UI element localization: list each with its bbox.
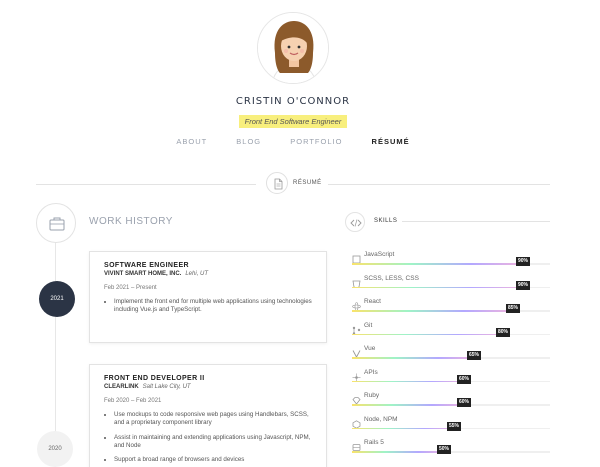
css-icon: [352, 275, 361, 288]
skills-icon-circle: [345, 212, 365, 232]
job-title: SOFTWARE ENGINEER: [104, 262, 189, 269]
skill-percent-badge: 55%: [447, 421, 462, 431]
skill-bar-fill: [352, 333, 510, 335]
job-company: CLEARLINK: [104, 384, 139, 390]
skill-bar-fill: [352, 263, 530, 265]
skill-percent-badge: 90%: [516, 257, 531, 266]
nav-blog[interactable]: BLOG: [236, 137, 261, 146]
section-divider-left: [36, 184, 256, 185]
skill-percent-badge: 65%: [467, 351, 482, 360]
skill-bar-fill: [352, 310, 520, 312]
skill-name: Vue: [364, 345, 376, 352]
skill-bar-fill: [352, 404, 471, 406]
year-badge: 2020: [37, 431, 73, 467]
skill-bar-track: [352, 310, 550, 312]
work-history-title: WORK HISTORY: [89, 216, 173, 227]
nav-resume[interactable]: RÉSUMÉ: [372, 137, 410, 146]
main-nav: ABOUT BLOG PORTFOLIO RÉSUMÉ: [0, 137, 586, 146]
rails-icon: [352, 439, 361, 451]
skill-bar-track: [352, 404, 550, 406]
job-location: Lehi, UT: [185, 271, 209, 277]
document-icon: [274, 178, 283, 190]
api-icon: [352, 369, 361, 381]
skill-bar-track: [352, 333, 550, 335]
skill-row: Ruby 60%: [352, 392, 550, 412]
skill-row: Node, NPM 55%: [352, 416, 550, 436]
job-card: FRONT END DEVELOPER II CLEARLINK Salt Lak…: [89, 364, 327, 467]
skill-bar-fill: [352, 357, 481, 359]
job-title: FRONT END DEVELOPER II: [104, 375, 205, 382]
job-card: SOFTWARE ENGINEER VIVINT SMART HOME, INC…: [89, 251, 327, 343]
skill-bar-track: [352, 380, 550, 382]
skill-name: SCSS, LESS, CSS: [364, 274, 419, 282]
job-dates: Feb 2021 – Present: [104, 285, 157, 291]
skill-row: SCSS, LESS, CSS 90%: [352, 275, 550, 295]
skill-name: Node, NPM: [364, 415, 398, 423]
profile-name: CRISTIN O'CONNOR: [235, 96, 351, 107]
vue-icon: [352, 345, 361, 358]
react-icon: [352, 298, 361, 311]
profile-subtitle: Front End Software Engineer: [238, 115, 348, 128]
section-divider-right: [328, 184, 550, 185]
git-icon: [352, 322, 361, 335]
skill-percent-badge: 85%: [506, 304, 521, 313]
skill-name: Rails 5: [364, 439, 384, 446]
avatar-illustration-icon: [258, 13, 328, 83]
resume-section-icon: [266, 172, 288, 194]
nav-portfolio[interactable]: PORTFOLIO: [290, 137, 342, 146]
job-bullet: Implement the front end for multiple web…: [114, 298, 312, 315]
nav-about[interactable]: ABOUT: [176, 137, 207, 146]
skill-percent-badge: 60%: [457, 398, 472, 407]
skill-row: APIs 60%: [352, 369, 550, 389]
section-label: RÉSUMÉ: [293, 180, 322, 186]
ruby-icon: [352, 392, 361, 405]
node-icon: [352, 416, 361, 429]
skill-row: Git 80%: [352, 322, 550, 342]
skill-name: React: [364, 298, 381, 305]
skill-percent-badge: 50%: [437, 445, 452, 454]
job-company: VIVINT SMART HOME, INC.: [104, 271, 182, 277]
job-bullets: Implement the front end for multiple web…: [104, 298, 312, 315]
skill-row: React 85%: [352, 298, 550, 318]
job-bullet: Support a broad range of browsers and de…: [114, 456, 312, 464]
job-company-line: CLEARLINK Salt Lake City, UT: [104, 384, 312, 390]
skill-name: JavaScript: [364, 251, 395, 258]
year-badge: 2021: [39, 281, 75, 317]
skill-row: JavaScript 90%: [352, 251, 550, 271]
skill-bar-fill: [352, 427, 461, 429]
skill-bar-track: [352, 357, 550, 359]
skills-title: SKILLS: [374, 218, 398, 224]
skill-name: Ruby: [364, 392, 380, 399]
skill-bar-fill: [352, 380, 471, 382]
job-company-line: VIVINT SMART HOME, INC. Lehi, UT: [104, 271, 312, 277]
job-dates: Feb 2020 – Feb 2021: [104, 398, 162, 404]
code-icon: [350, 219, 362, 227]
job-bullet: Use mockups to code responsive web pages…: [114, 411, 312, 428]
work-history-icon-circle: [36, 203, 76, 243]
skills-divider: [402, 221, 550, 222]
skill-row: Vue 65%: [352, 345, 550, 365]
job-bullet: Assist in maintaining and extending appl…: [114, 434, 312, 451]
js-icon: [352, 251, 361, 264]
skill-name: APIs: [364, 368, 378, 376]
briefcase-icon: [49, 217, 65, 231]
skill-row: Rails 5 50%: [352, 439, 550, 459]
skill-percent-badge: 80%: [496, 327, 511, 337]
job-location: Salt Lake City, UT: [142, 384, 191, 390]
job-bullets: Use mockups to code responsive web pages…: [104, 411, 312, 465]
skill-percent-badge: 90%: [516, 280, 531, 290]
profile-avatar: [257, 12, 329, 84]
skill-name: Git: [364, 321, 373, 329]
skill-percent-badge: 60%: [457, 374, 472, 384]
skill-bar-fill: [352, 286, 530, 288]
